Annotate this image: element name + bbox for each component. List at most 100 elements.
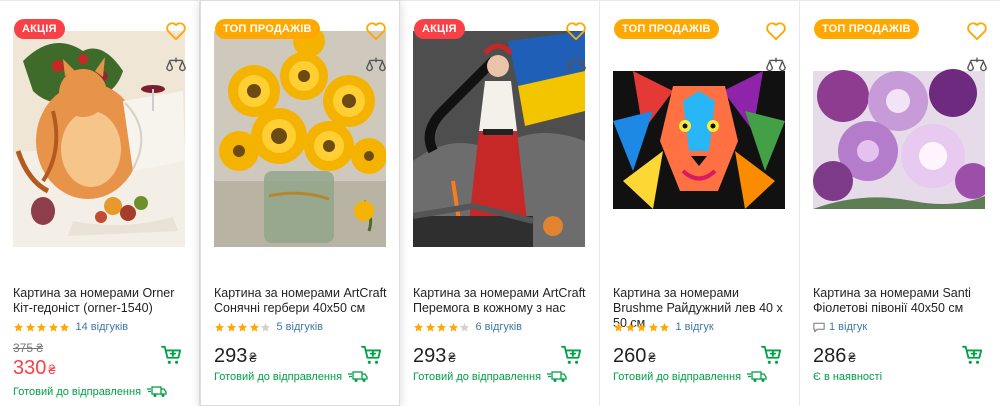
compare-scales-icon[interactable] (165, 55, 187, 75)
product-price: 330 ₴ (13, 357, 56, 380)
star-icon (214, 322, 225, 332)
product-price: 293 ₴ (214, 345, 257, 368)
star-icon (249, 322, 259, 332)
sale-badge: АКЦІЯ (14, 19, 65, 39)
availability-status: Є в наявності (813, 371, 882, 383)
price-value: 330 (13, 357, 47, 379)
star-icon (48, 322, 58, 332)
star-icon (425, 322, 435, 332)
delivery-truck-icon (547, 371, 567, 382)
reviews-link[interactable]: 6 відгуків (476, 321, 523, 333)
status-text: Готовий до відправлення (214, 371, 343, 383)
currency: ₴ (448, 350, 456, 365)
top-sales-badge: ТОП ПРОДАЖІВ (614, 19, 719, 39)
heart-icon[interactable] (365, 21, 387, 41)
currency: ₴ (848, 350, 856, 365)
star-icon (25, 322, 35, 332)
compare-scales-icon[interactable] (365, 55, 387, 75)
product-title[interactable]: Картина за номерами Orner Кіт-гедоніст (… (13, 286, 189, 316)
star-icon (436, 322, 447, 332)
star-rating (413, 322, 471, 333)
product-rating: 1 відгук (813, 320, 867, 334)
heart-icon[interactable] (765, 21, 787, 41)
star-empty-icon (459, 322, 470, 332)
currency: ₴ (648, 350, 656, 365)
status-text: Є в наявності (813, 371, 883, 383)
product-title[interactable]: Картина за номерами ArtCraft Перемога в … (413, 286, 589, 316)
price-value: 286 (813, 345, 847, 367)
sale-badge: АКЦІЯ (414, 19, 465, 39)
top-sales-badge: ТОП ПРОДАЖІВ (215, 19, 320, 39)
top-sales-badge: ТОП ПРОДАЖІВ (814, 19, 919, 39)
delivery-truck-icon (147, 386, 167, 397)
star-icon (59, 322, 70, 332)
product-price: 286 ₴ (813, 345, 856, 368)
price-value: 260 (613, 345, 647, 367)
star-rating (613, 322, 671, 333)
price-value: 293 (413, 345, 447, 367)
star-icon (448, 322, 458, 332)
product-grid: АКЦІЯ Картина за номерами Orner Кіт-гедо… (0, 0, 1000, 406)
product-rating: 14 відгуків (13, 320, 128, 334)
availability-status: Готовий до відправлення (13, 386, 167, 398)
price-value: 293 (214, 345, 248, 367)
product-rating: 6 відгуків (413, 320, 522, 334)
compare-scales-icon[interactable] (565, 55, 587, 75)
product-card[interactable]: АКЦІЯ Картина за номерами ArtCraft Перем… (400, 0, 600, 406)
availability-status: Готовий до відправлення (413, 371, 567, 383)
product-image-victory[interactable] (413, 31, 585, 247)
currency: ₴ (249, 350, 257, 365)
star-icon (36, 322, 47, 332)
reviews-link[interactable]: 5 відгуків (277, 321, 324, 333)
star-icon (613, 322, 624, 332)
product-image-cat[interactable] (13, 31, 185, 247)
product-title[interactable]: Картина за номерами ArtCraft Сонячні гер… (214, 286, 390, 316)
product-image-peonies[interactable] (813, 31, 985, 247)
reviews-link[interactable]: 1 відгук (676, 321, 714, 333)
product-rating: 1 відгук (613, 320, 714, 334)
availability-status: Готовий до відправлення (214, 371, 368, 383)
heart-icon[interactable] (966, 21, 988, 41)
product-rating: 5 відгуків (214, 320, 323, 334)
star-icon (237, 322, 248, 332)
heart-icon[interactable] (165, 21, 187, 41)
star-icon (13, 322, 24, 332)
star-rating (13, 322, 71, 333)
cart-icon[interactable] (561, 345, 583, 365)
product-card[interactable]: АКЦІЯ Картина за номерами Orner Кіт-гедо… (0, 0, 200, 406)
delivery-truck-icon (348, 371, 368, 382)
product-image-lion[interactable] (613, 31, 785, 247)
product-title[interactable]: Картина за номерами Santi Фіолетові піво… (813, 286, 989, 316)
compare-scales-icon[interactable] (966, 55, 988, 75)
status-text: Готовий до відправлення (613, 371, 742, 383)
star-icon (413, 322, 424, 332)
heart-icon[interactable] (565, 21, 587, 41)
star-rating (214, 322, 272, 333)
star-icon (625, 322, 635, 332)
product-card[interactable]: ТОП ПРОДАЖІВ Картина за номерами ArtCraf… (200, 0, 400, 406)
star-icon (648, 322, 658, 332)
product-image-sunflowers[interactable] (214, 31, 386, 247)
status-text: Готовий до відправлення (413, 371, 542, 383)
product-card[interactable]: ТОП ПРОДАЖІВ Картина за номерами Brushme… (600, 0, 800, 406)
cart-icon[interactable] (161, 345, 183, 365)
cart-icon[interactable] (761, 345, 783, 365)
star-icon (659, 322, 670, 332)
product-price: 260 ₴ (613, 345, 656, 368)
compare-scales-icon[interactable] (765, 55, 787, 75)
star-icon (226, 322, 236, 332)
delivery-truck-icon (747, 371, 767, 382)
old-price: 375 ₴ (13, 341, 44, 355)
cart-icon[interactable] (962, 345, 984, 365)
cart-icon[interactable] (361, 345, 383, 365)
availability-status: Готовий до відправлення (613, 371, 767, 383)
star-icon (636, 322, 647, 332)
product-price: 293 ₴ (413, 345, 456, 368)
comment-icon (813, 322, 825, 332)
star-empty-icon (260, 322, 271, 332)
currency: ₴ (48, 362, 56, 377)
reviews-link[interactable]: 14 відгуків (76, 321, 129, 333)
status-text: Готовий до відправлення (13, 386, 142, 398)
product-card[interactable]: ТОП ПРОДАЖІВ Картина за номерами Santi Ф… (800, 0, 1000, 406)
reviews-link[interactable]: 1 відгук (829, 321, 867, 333)
